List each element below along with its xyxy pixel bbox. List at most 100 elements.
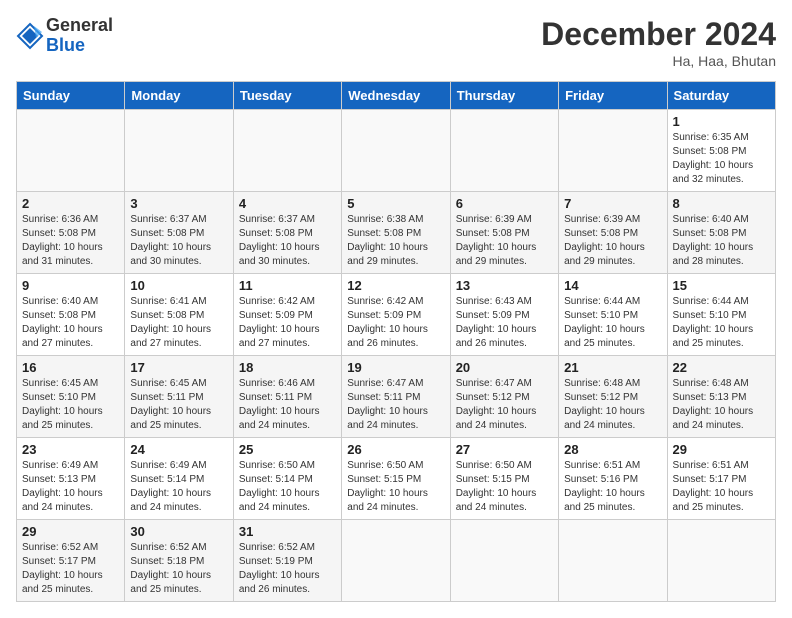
- calendar-cell: 7 Sunrise: 6:39 AMSunset: 5:08 PMDaylight…: [559, 192, 667, 274]
- day-info: Sunrise: 6:39 AMSunset: 5:08 PMDaylight:…: [564, 213, 661, 269]
- day-number: 27: [456, 442, 553, 457]
- calendar-cell: [559, 110, 667, 192]
- day-number: 17: [130, 360, 227, 375]
- calendar-cell: 23 Sunrise: 6:49 AMSunset: 5:13 PMDayligh…: [17, 438, 125, 520]
- calendar-cell: [450, 110, 558, 192]
- day-number: 30: [130, 524, 227, 539]
- calendar-cell: 12Sunrise: 6:42 AMSunset: 5:09 PMDayligh…: [342, 274, 450, 356]
- day-header-friday: Friday: [559, 82, 667, 110]
- day-header-sunday: Sunday: [17, 82, 125, 110]
- day-number: 11: [239, 278, 336, 293]
- calendar-cell: 4 Sunrise: 6:37 AMSunset: 5:08 PMDaylight…: [233, 192, 341, 274]
- day-number: 26: [347, 442, 444, 457]
- day-number: 25: [239, 442, 336, 457]
- day-info: Sunrise: 6:37 AMSunset: 5:08 PMDaylight:…: [130, 213, 227, 269]
- day-info: Sunrise: 6:52 AMSunset: 5:17 PMDaylight:…: [22, 541, 119, 597]
- day-info: Sunrise: 6:51 AMSunset: 5:16 PMDaylight:…: [564, 459, 661, 515]
- day-number: 4: [239, 196, 336, 211]
- logo-general: General: [46, 16, 113, 36]
- day-info: Sunrise: 6:41 AMSunset: 5:08 PMDaylight:…: [130, 295, 227, 351]
- day-number: 6: [456, 196, 553, 211]
- calendar-cell: 2Sunrise: 6:36 AMSunset: 5:08 PMDaylight…: [17, 192, 125, 274]
- page-header: General Blue December 2024 Ha, Haa, Bhut…: [16, 16, 776, 69]
- calendar-cell: 28 Sunrise: 6:51 AMSunset: 5:16 PMDayligh…: [559, 438, 667, 520]
- day-info: Sunrise: 6:35 AMSunset: 5:08 PMDaylight:…: [673, 131, 770, 187]
- calendar-cell: 22Sunrise: 6:48 AMSunset: 5:13 PMDayligh…: [667, 356, 775, 438]
- calendar-cell: 15 Sunrise: 6:44 AMSunset: 5:10 PMDayligh…: [667, 274, 775, 356]
- logo-icon: [16, 22, 44, 50]
- day-header-monday: Monday: [125, 82, 233, 110]
- calendar-cell: [17, 110, 125, 192]
- calendar-cell: 13 Sunrise: 6:43 AMSunset: 5:09 PMDayligh…: [450, 274, 558, 356]
- calendar-week-2: 2Sunrise: 6:36 AMSunset: 5:08 PMDaylight…: [17, 192, 776, 274]
- day-number: 29: [22, 524, 119, 539]
- day-number: 16: [22, 360, 119, 375]
- calendar-cell: 24 Sunrise: 6:49 AMSunset: 5:14 PMDayligh…: [125, 438, 233, 520]
- calendar-cell: [342, 520, 450, 602]
- calendar-cell: 20 Sunrise: 6:47 AMSunset: 5:12 PMDayligh…: [450, 356, 558, 438]
- location: Ha, Haa, Bhutan: [541, 53, 776, 69]
- calendar-cell: 18 Sunrise: 6:46 AMSunset: 5:11 PMDayligh…: [233, 356, 341, 438]
- day-info: Sunrise: 6:45 AMSunset: 5:10 PMDaylight:…: [22, 377, 119, 433]
- calendar-cell: [342, 110, 450, 192]
- day-info: Sunrise: 6:44 AMSunset: 5:10 PMDaylight:…: [673, 295, 770, 351]
- day-info: Sunrise: 6:52 AMSunset: 5:19 PMDaylight:…: [239, 541, 336, 597]
- calendar-cell: 14 Sunrise: 6:44 AMSunset: 5:10 PMDayligh…: [559, 274, 667, 356]
- day-info: Sunrise: 6:40 AMSunset: 5:08 PMDaylight:…: [22, 295, 119, 351]
- day-info: Sunrise: 6:50 AMSunset: 5:15 PMDaylight:…: [456, 459, 553, 515]
- calendar-header-row: SundayMondayTuesdayWednesdayThursdayFrid…: [17, 82, 776, 110]
- day-info: Sunrise: 6:49 AMSunset: 5:14 PMDaylight:…: [130, 459, 227, 515]
- day-info: Sunrise: 6:48 AMSunset: 5:13 PMDaylight:…: [673, 377, 770, 433]
- calendar-table: SundayMondayTuesdayWednesdayThursdayFrid…: [16, 81, 776, 602]
- calendar-cell: [667, 520, 775, 602]
- day-number: 18: [239, 360, 336, 375]
- day-number: 28: [564, 442, 661, 457]
- day-info: Sunrise: 6:39 AMSunset: 5:08 PMDaylight:…: [456, 213, 553, 269]
- calendar-cell: 19 Sunrise: 6:47 AMSunset: 5:11 PMDayligh…: [342, 356, 450, 438]
- calendar-cell: 31Sunrise: 6:52 AMSunset: 5:19 PMDayligh…: [233, 520, 341, 602]
- day-info: Sunrise: 6:50 AMSunset: 5:15 PMDaylight:…: [347, 459, 444, 515]
- calendar-cell: 17Sunrise: 6:45 AMSunset: 5:11 PMDayligh…: [125, 356, 233, 438]
- calendar-cell: 5Sunrise: 6:38 AMSunset: 5:08 PMDaylight…: [342, 192, 450, 274]
- day-number: 8: [673, 196, 770, 211]
- calendar-cell: 30Sunrise: 6:52 AMSunset: 5:18 PMDayligh…: [125, 520, 233, 602]
- day-number: 29: [673, 442, 770, 457]
- day-number: 13: [456, 278, 553, 293]
- day-number: 14: [564, 278, 661, 293]
- day-info: Sunrise: 6:47 AMSunset: 5:12 PMDaylight:…: [456, 377, 553, 433]
- day-info: Sunrise: 6:46 AMSunset: 5:11 PMDaylight:…: [239, 377, 336, 433]
- calendar-cell: [125, 110, 233, 192]
- calendar-cell: [233, 110, 341, 192]
- calendar-week-1: 1 Sunrise: 6:35 AMSunset: 5:08 PMDaylight…: [17, 110, 776, 192]
- day-info: Sunrise: 6:48 AMSunset: 5:12 PMDaylight:…: [564, 377, 661, 433]
- day-number: 10: [130, 278, 227, 293]
- calendar-cell: 21 Sunrise: 6:48 AMSunset: 5:12 PMDayligh…: [559, 356, 667, 438]
- day-info: Sunrise: 6:49 AMSunset: 5:13 PMDaylight:…: [22, 459, 119, 515]
- day-number: 2: [22, 196, 119, 211]
- day-header-saturday: Saturday: [667, 82, 775, 110]
- day-number: 23: [22, 442, 119, 457]
- day-number: 7: [564, 196, 661, 211]
- calendar-cell: 27 Sunrise: 6:50 AMSunset: 5:15 PMDayligh…: [450, 438, 558, 520]
- day-number: 24: [130, 442, 227, 457]
- day-number: 15: [673, 278, 770, 293]
- calendar-week-5: 23 Sunrise: 6:49 AMSunset: 5:13 PMDayligh…: [17, 438, 776, 520]
- calendar-cell: 9Sunrise: 6:40 AMSunset: 5:08 PMDaylight…: [17, 274, 125, 356]
- day-number: 20: [456, 360, 553, 375]
- day-info: Sunrise: 6:51 AMSunset: 5:17 PMDaylight:…: [673, 459, 770, 515]
- day-number: 1: [673, 114, 770, 129]
- day-info: Sunrise: 6:43 AMSunset: 5:09 PMDaylight:…: [456, 295, 553, 351]
- day-info: Sunrise: 6:37 AMSunset: 5:08 PMDaylight:…: [239, 213, 336, 269]
- day-info: Sunrise: 6:42 AMSunset: 5:09 PMDaylight:…: [239, 295, 336, 351]
- calendar-cell: 3Sunrise: 6:37 AMSunset: 5:08 PMDaylight…: [125, 192, 233, 274]
- day-info: Sunrise: 6:44 AMSunset: 5:10 PMDaylight:…: [564, 295, 661, 351]
- calendar-cell: 8Sunrise: 6:40 AMSunset: 5:08 PMDaylight…: [667, 192, 775, 274]
- logo-text: General Blue: [46, 16, 113, 56]
- title-block: December 2024 Ha, Haa, Bhutan: [541, 16, 776, 69]
- day-number: 12: [347, 278, 444, 293]
- day-info: Sunrise: 6:47 AMSunset: 5:11 PMDaylight:…: [347, 377, 444, 433]
- day-number: 19: [347, 360, 444, 375]
- month-title: December 2024: [541, 16, 776, 53]
- day-number: 21: [564, 360, 661, 375]
- logo-blue: Blue: [46, 36, 113, 56]
